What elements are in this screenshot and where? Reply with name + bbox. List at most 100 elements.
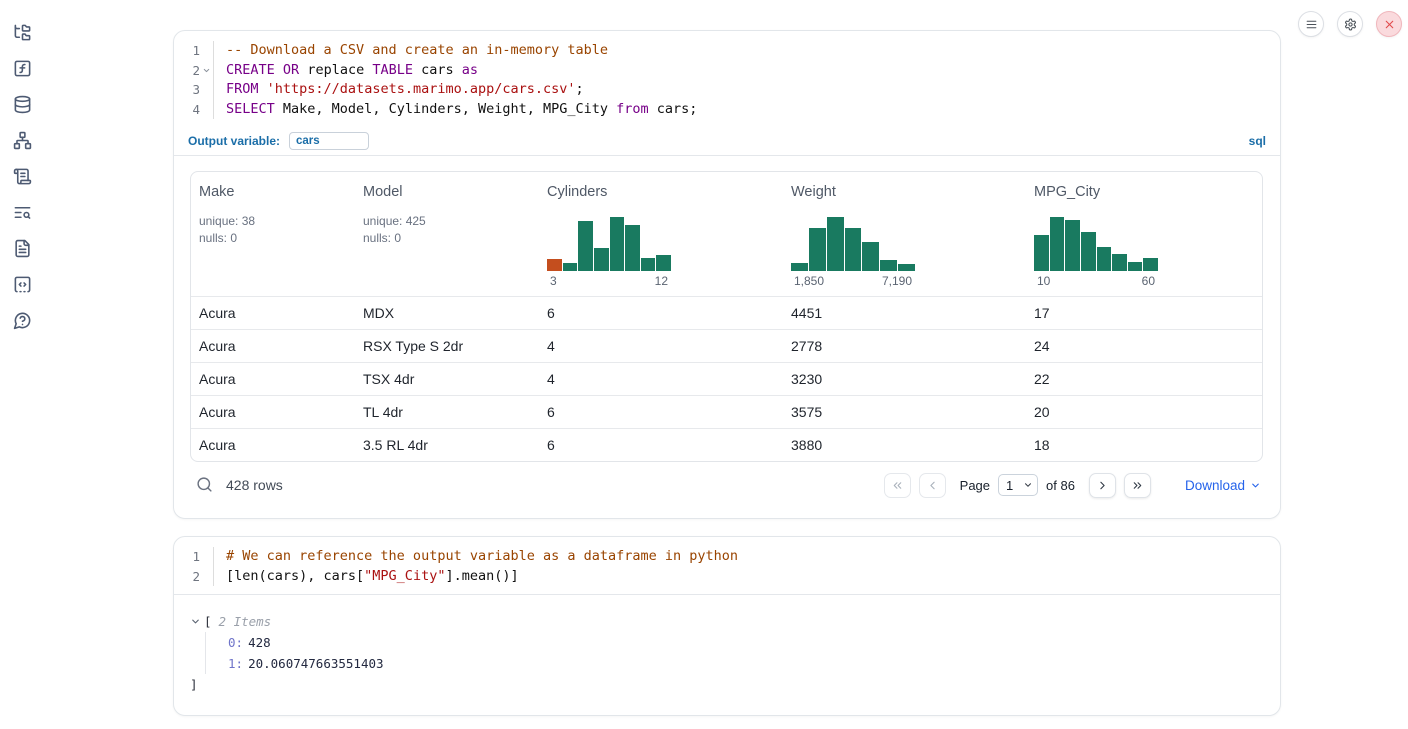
sidebar-item-file-explorer[interactable] [12, 22, 32, 42]
histogram-bar[interactable] [610, 217, 625, 271]
histogram-bar[interactable] [641, 258, 656, 271]
page-select[interactable]: 1 [998, 474, 1038, 496]
hist-max-label: 60 [1142, 274, 1155, 288]
token-plain: cars; [649, 101, 698, 117]
histogram-bars [547, 217, 671, 271]
column-histogram: 312 [547, 217, 671, 288]
left-sidebar [0, 0, 44, 729]
python-code-editor[interactable]: 1# We can reference the output variable … [174, 537, 1280, 595]
histogram-bar[interactable] [898, 264, 915, 271]
histogram-bar[interactable] [594, 248, 609, 271]
histogram-bar[interactable] [880, 260, 897, 271]
download-button[interactable]: Download [1185, 478, 1261, 493]
histogram-bar[interactable] [1112, 254, 1127, 271]
table-cell: 24 [1026, 338, 1262, 354]
menu-icon [1305, 18, 1318, 31]
settings-button[interactable] [1337, 11, 1363, 37]
language-badge[interactable]: sql [1249, 134, 1266, 148]
first-page-button[interactable] [884, 473, 911, 498]
close-bracket: ] [190, 674, 1264, 695]
histogram-bar[interactable] [1050, 217, 1065, 271]
output-variable-input[interactable] [289, 132, 369, 150]
histogram-bar[interactable] [563, 263, 578, 271]
token-plain [275, 62, 283, 78]
sidebar-item-logs[interactable] [12, 166, 32, 186]
column-title: MPG_City [1034, 184, 1254, 200]
fold-arrow-icon[interactable] [200, 61, 214, 81]
histogram-bar[interactable] [827, 217, 844, 271]
table-row[interactable]: AcuraRSX Type S 2dr4277824 [191, 329, 1262, 362]
histogram-bar[interactable] [1097, 247, 1112, 271]
column-stat: nulls: 0 [199, 230, 347, 247]
table-cell: Acura [191, 404, 355, 420]
code-line[interactable]: 1-- Download a CSV and create an in-memo… [174, 41, 1264, 61]
sidebar-item-datasources[interactable] [12, 94, 32, 114]
table-cell: 3.5 RL 4dr [355, 437, 539, 453]
token-keyword: from [616, 101, 649, 117]
items-count-label: 2 Items [219, 611, 272, 632]
collapse-icon[interactable] [190, 616, 201, 627]
download-label: Download [1185, 478, 1245, 493]
histogram-axis-labels: 312 [547, 274, 671, 288]
column-header-make[interactable]: Makeunique: 38nulls: 0 [191, 172, 355, 296]
histogram-bar[interactable] [809, 228, 826, 271]
code-line[interactable]: 2CREATE OR replace TABLE cars as [174, 61, 1264, 81]
histogram-bar[interactable] [1143, 258, 1158, 271]
table-cell: Acura [191, 371, 355, 387]
menu-button[interactable] [1298, 11, 1324, 37]
sidebar-item-help[interactable] [12, 310, 32, 330]
histogram-bar[interactable] [791, 263, 808, 271]
token-string: 'https://datasets.marimo.app/cars.csv' [267, 81, 576, 97]
column-header-mpg_city[interactable]: MPG_City 1060 [1026, 172, 1262, 296]
sidebar-item-documentation[interactable] [12, 238, 32, 258]
histogram-bar[interactable] [547, 259, 562, 271]
last-page-button[interactable] [1124, 473, 1151, 498]
histogram-bar[interactable] [1065, 220, 1080, 271]
table-row[interactable]: AcuraMDX6445117 [191, 296, 1262, 329]
search-icon[interactable] [196, 476, 214, 494]
code-line[interactable]: 3FROM 'https://datasets.marimo.app/cars.… [174, 80, 1264, 100]
next-page-button[interactable] [1089, 473, 1116, 498]
column-title: Cylinders [547, 184, 775, 200]
chevron-right-icon [1096, 479, 1109, 492]
histogram-bar[interactable] [845, 228, 862, 271]
code-line[interactable]: 1# We can reference the output variable … [174, 547, 1264, 567]
tree-entry-value: 20.060747663551403 [248, 656, 383, 671]
table-cell: 18 [1026, 437, 1262, 453]
table-cell: 3575 [783, 404, 1026, 420]
pagination: Page 1 of 86 Download [884, 473, 1261, 498]
sidebar-item-functions[interactable] [12, 58, 32, 78]
code-line[interactable]: 2[len(cars), cars["MPG_City"].mean()] [174, 567, 1264, 587]
histogram-bar[interactable] [862, 242, 879, 271]
table-row[interactable]: AcuraTSX 4dr4323022 [191, 362, 1262, 395]
column-header-weight[interactable]: Weight1,8507,190 [783, 172, 1026, 296]
fold-spacer [200, 80, 214, 100]
column-header-cylinders[interactable]: Cylinders 312 [539, 172, 783, 296]
code-line[interactable]: 4SELECT Make, Model, Cylinders, Weight, … [174, 100, 1264, 120]
shutdown-button[interactable] [1376, 11, 1402, 37]
histogram-axis-labels: 1060 [1034, 274, 1158, 288]
histogram-bar[interactable] [1128, 262, 1143, 271]
histogram-bar[interactable] [578, 221, 593, 271]
table-row[interactable]: Acura3.5 RL 4dr6388018 [191, 428, 1262, 461]
column-title: Make [199, 184, 347, 200]
sidebar-item-dependency-graph[interactable] [12, 130, 32, 150]
table-row[interactable]: AcuraTL 4dr6357520 [191, 395, 1262, 428]
tree-entry[interactable]: 0:428 [228, 632, 1264, 653]
histogram-bar[interactable] [1034, 235, 1049, 271]
histogram-axis-labels: 1,8507,190 [791, 274, 915, 288]
sidebar-item-search-logs[interactable] [12, 202, 32, 222]
histogram-bar[interactable] [625, 225, 640, 271]
histogram-bar[interactable] [1081, 232, 1096, 271]
histogram-bar[interactable] [656, 255, 671, 271]
table-cell: 17 [1026, 305, 1262, 321]
sidebar-item-snippets[interactable] [12, 274, 32, 294]
sql-code-editor[interactable]: 1-- Download a CSV and create an in-memo… [174, 31, 1280, 127]
column-histogram: 1,8507,190 [791, 217, 915, 288]
table-cell: 4 [539, 371, 783, 387]
settings-icon [1344, 18, 1357, 31]
histogram-bars [791, 217, 915, 271]
tree-entry[interactable]: 1:20.060747663551403 [228, 653, 1264, 674]
previous-page-button[interactable] [919, 473, 946, 498]
column-header-model[interactable]: Modelunique: 425nulls: 0 [355, 172, 539, 296]
